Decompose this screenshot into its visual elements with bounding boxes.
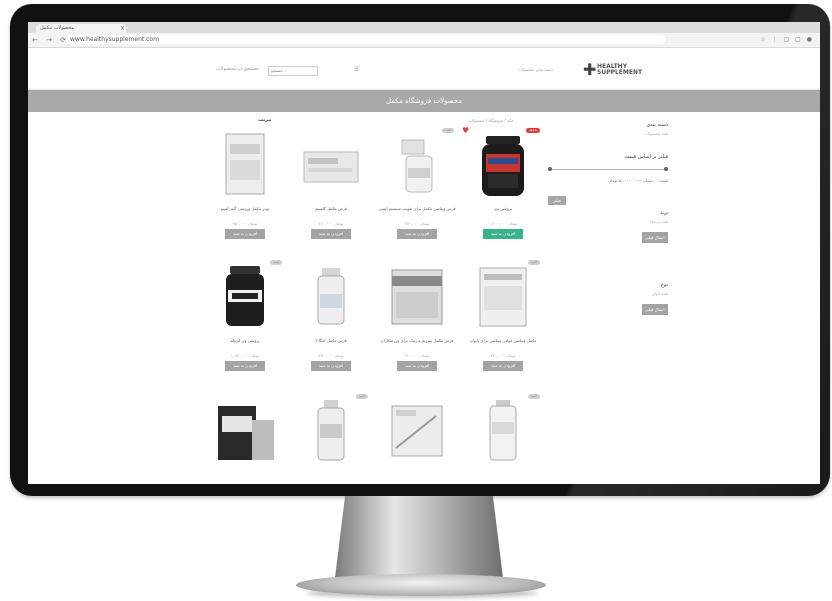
monitor: محصولات مکمل × ← → ⟳ www.healthysuppleme… xyxy=(10,4,830,496)
price-filter-title: فیلتر بر اساس قیمت xyxy=(624,154,668,160)
product-card[interactable]: جدید xyxy=(464,394,542,484)
main-content: خانه / فروشگاه / محصولات مرتب دسته بندی … xyxy=(28,112,820,472)
brand-filter-button[interactable]: اعمال فیلتر xyxy=(642,232,668,243)
category-filter-option[interactable]: همه محصولات xyxy=(548,131,668,136)
cart-icon[interactable]: 🛒 xyxy=(354,66,360,72)
address-bar-row: ← → ⟳ www.healthysupplement.com ☆ ⋮ ▢ ▢ … xyxy=(28,33,820,48)
product-card[interactable]: قرص مکمل منیزیم و زینک برای ورزشکاران ۳۱… xyxy=(378,262,456,392)
browser-tab[interactable]: محصولات مکمل xyxy=(36,24,126,33)
breadcrumb[interactable]: خانه / فروشگاه / محصولات xyxy=(468,118,514,123)
price-range-values: قیمت: ۰ تومان — ۵,۰۰۰,۰۰۰ تومان xyxy=(608,178,668,183)
price-range-slider[interactable] xyxy=(548,166,668,172)
add-to-cart-button[interactable]: افزودن به سبد xyxy=(483,229,523,239)
product-name[interactable]: مکمل ویتامین مولتی ویتامین برای بانوان xyxy=(464,338,542,343)
product-card[interactable] xyxy=(206,396,284,484)
product-card[interactable]: جدید مکمل ویتامین مولتی ویتامین برای بان… xyxy=(464,260,542,392)
product-image[interactable] xyxy=(298,262,364,332)
range-handle-max[interactable] xyxy=(664,167,668,171)
type-filter-title: نوع xyxy=(661,282,668,288)
add-to-cart-button[interactable]: افزودن به سبد xyxy=(397,229,437,239)
heart-icon[interactable]: ♥ xyxy=(462,126,469,135)
product-card[interactable]: جدید قرص ویتامین مکمل برای تقویت سیستم ا… xyxy=(378,128,456,260)
product-name[interactable]: پودر مکمل ورزشی گینر آمینو xyxy=(206,206,284,211)
product-price: ۳۵۰,۰۰۰ تومان xyxy=(404,221,430,226)
type-filter-option[interactable]: همه انواع xyxy=(548,291,668,296)
product-image[interactable] xyxy=(470,262,536,332)
product-card[interactable]: جدید xyxy=(292,394,370,484)
price-filter-button[interactable]: فیلتر xyxy=(548,196,566,205)
product-price: ۴۲۰,۰۰۰ تومان xyxy=(490,353,516,358)
monitor-stand-neck xyxy=(335,496,503,578)
product-card[interactable]: قرص مکمل امگا ۳ ۳۹۰,۰۰۰ تومان افزودن به … xyxy=(292,262,370,392)
price-filter: فیلتر بر اساس قیمت قیمت: ۰ تومان — ۵,۰۰۰… xyxy=(548,154,668,206)
product-name[interactable]: پروتئین وی xyxy=(464,206,542,211)
product-card[interactable]: جدید پروتئین وی ایزوله ۱,۴۵۰,۰۰۰ تومان ا… xyxy=(206,260,284,392)
product-image[interactable] xyxy=(470,396,536,466)
category-filter-title: دسته بندی xyxy=(646,122,668,128)
product-name[interactable]: قرص مکمل منیزیم و زینک برای ورزشکاران xyxy=(378,338,456,343)
product-card[interactable]: پودر مکمل ورزشی گینر آمینو ۹۵۰,۰۰۰ تومان… xyxy=(206,130,284,260)
product-name[interactable]: پروتئین وی ایزوله xyxy=(206,338,284,343)
product-price: ۱,۲۰۰,۰۰۰ تومان xyxy=(488,221,518,226)
product-price: ۱,۴۵۰,۰۰۰ تومان xyxy=(230,353,260,358)
add-to-cart-button[interactable]: افزودن به سبد xyxy=(311,229,351,239)
product-price: ۹۵۰,۰۰۰ تومان xyxy=(232,221,258,226)
extension-icons[interactable]: ☆ ⋮ ▢ ▢ ● xyxy=(760,35,814,45)
product-image[interactable] xyxy=(384,262,450,332)
product-name[interactable]: قرص ویتامین مکمل برای تقویت سیستم ایمنی xyxy=(378,206,456,211)
add-to-cart-button[interactable]: افزودن به سبد xyxy=(225,361,265,371)
tab-bar: محصولات مکمل × xyxy=(28,22,820,33)
site-header: ✚ HEALTHY SUPPLEMENT دسته بندی محصولات ج… xyxy=(28,48,820,90)
add-to-cart-button[interactable]: افزودن به سبد xyxy=(483,361,523,371)
product-image[interactable] xyxy=(298,396,364,466)
product-card[interactable] xyxy=(378,396,456,484)
type-filter: نوع همه انواع اعمال فیلتر xyxy=(548,282,668,315)
logo-text: HEALTHY SUPPLEMENT xyxy=(597,63,643,76)
product-image[interactable] xyxy=(212,396,278,466)
product-price: ۳۹۰,۰۰۰ تومان xyxy=(318,353,344,358)
product-image[interactable] xyxy=(212,262,278,332)
product-image[interactable] xyxy=(212,130,278,200)
navigation-icons[interactable]: ← → ⟳ xyxy=(32,35,69,45)
site-logo[interactable]: ✚ HEALTHY SUPPLEMENT xyxy=(583,62,643,78)
brand-filter: برند همه برندها اعمال فیلتر xyxy=(548,210,668,243)
product-image[interactable] xyxy=(470,130,536,200)
search-input[interactable] xyxy=(268,66,318,76)
add-to-cart-button[interactable]: افزودن به سبد xyxy=(397,361,437,371)
product-price: ۳۱۰,۰۰۰ تومان xyxy=(404,353,430,358)
add-to-cart-button[interactable]: افزودن به سبد xyxy=(311,361,351,371)
screen: محصولات مکمل × ← → ⟳ www.healthysuppleme… xyxy=(28,22,820,484)
url-field[interactable]: www.healthysupplement.com xyxy=(66,35,666,44)
nav-categories-link[interactable]: دسته بندی محصولات xyxy=(518,67,553,72)
add-to-cart-button[interactable]: افزودن به سبد xyxy=(225,229,265,239)
monitor-stand-base xyxy=(296,574,546,596)
range-track xyxy=(548,169,668,170)
range-handle-min[interactable] xyxy=(548,167,552,171)
plus-icon: ✚ xyxy=(583,60,597,79)
product-card[interactable]: قرص مکمل کلسیم ۲۸۰,۰۰۰ تومان افزودن به س… xyxy=(292,130,370,260)
page-banner: محصولات فروشگاه مکمل xyxy=(28,90,820,112)
product-image[interactable] xyxy=(298,130,364,200)
category-filter: دسته بندی همه محصولات xyxy=(548,122,668,136)
close-icon[interactable]: × xyxy=(120,24,125,33)
product-image[interactable] xyxy=(384,396,450,466)
product-card[interactable]: ♥ تخفیف پروتئین وی ۱,۲۰۰,۰۰۰ تومان افزود… xyxy=(462,126,542,260)
sort-label[interactable]: مرتب xyxy=(258,117,271,123)
product-image[interactable] xyxy=(384,130,450,200)
product-name[interactable]: قرص مکمل کلسیم xyxy=(292,206,370,211)
type-filter-button[interactable]: اعمال فیلتر xyxy=(642,304,668,315)
product-price: ۲۸۰,۰۰۰ تومان xyxy=(318,221,344,226)
product-name[interactable]: قرص مکمل امگا ۳ xyxy=(292,338,370,343)
brand-filter-option[interactable]: همه برندها xyxy=(548,219,668,224)
brand-filter-title: برند xyxy=(659,210,668,216)
